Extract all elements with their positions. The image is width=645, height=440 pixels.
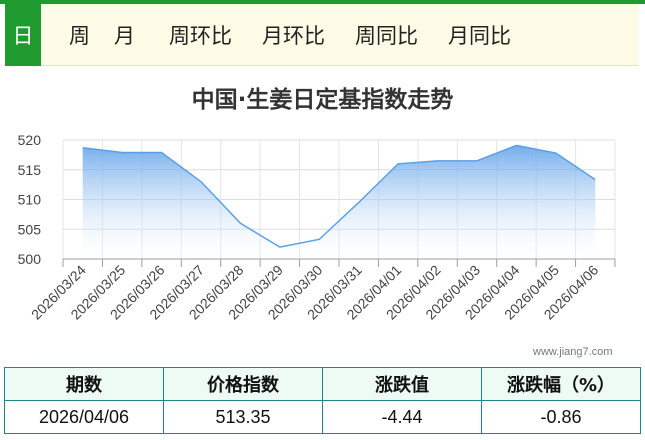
x-tick-labels: 2026/03/242026/03/252026/03/262026/03/27… <box>28 262 602 323</box>
header-change-pct: 涨跌幅（%） <box>481 367 641 401</box>
cell-change-value: -4.44 <box>322 400 482 434</box>
area-chart: 500 505 510 515 520 2026/03/242026/03/252026… <box>18 132 616 323</box>
y-tick-label: 510 <box>18 192 42 208</box>
header-price-index: 价格指数 <box>163 367 323 401</box>
y-tick-label: 505 <box>18 221 42 237</box>
header-period: 期数 <box>4 367 164 401</box>
y-tick-label: 520 <box>18 132 42 148</box>
watermark: www.jiang7.com <box>533 346 613 358</box>
cell-change-pct: -0.86 <box>481 400 641 434</box>
table-header-row: 期数 价格指数 涨跌值 涨跌幅（%） <box>4 367 641 401</box>
y-tick-labels: 500 505 510 515 520 <box>18 132 42 267</box>
cell-period: 2026/04/06 <box>4 400 164 434</box>
stats-table: 期数 价格指数 涨跌值 涨跌幅（%） 2026/04/06 513.35 -4.… <box>4 367 641 434</box>
table-row: 2026/04/06 513.35 -4.44 -0.86 <box>4 400 641 434</box>
header-change-value: 涨跌值 <box>322 367 482 401</box>
y-tick-label: 500 <box>18 251 42 267</box>
cell-price-index: 513.35 <box>163 400 323 434</box>
y-tick-label: 515 <box>18 162 42 178</box>
axes <box>62 258 616 267</box>
